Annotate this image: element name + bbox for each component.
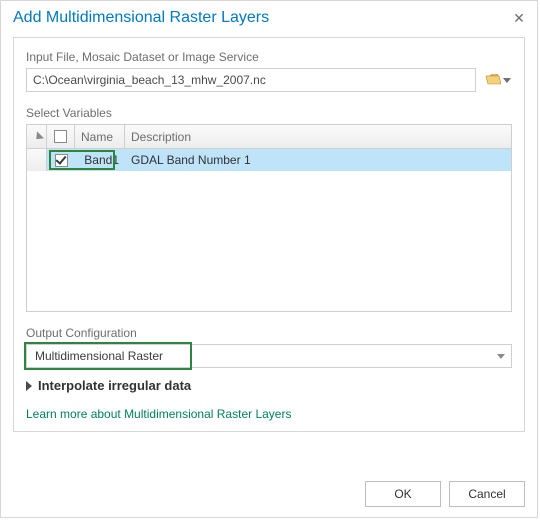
interpolate-expander[interactable]: Interpolate irregular data bbox=[26, 378, 512, 393]
output-config-group: Output Configuration Multidimensional Ra… bbox=[26, 326, 512, 368]
ok-button[interactable]: OK bbox=[365, 481, 441, 507]
close-icon[interactable]: ✕ bbox=[511, 10, 527, 26]
output-config-value: Multidimensional Raster bbox=[35, 349, 163, 363]
browse-button[interactable] bbox=[484, 70, 512, 90]
table-row[interactable]: Band1 GDAL Band Number 1 bbox=[27, 149, 511, 171]
output-config-label: Output Configuration bbox=[26, 326, 512, 340]
row-name-cell: Band1 bbox=[75, 149, 125, 171]
chevron-down-icon bbox=[497, 354, 505, 359]
chevron-down-icon bbox=[503, 78, 511, 83]
variables-table: Name Description Band1 GDAL Band Number … bbox=[26, 124, 512, 312]
expand-column-header[interactable] bbox=[27, 125, 47, 148]
folder-open-icon bbox=[485, 73, 501, 87]
titlebar: Add Multidimensional Raster Layers ✕ bbox=[1, 1, 537, 37]
input-file-label: Input File, Mosaic Dataset or Image Serv… bbox=[26, 50, 512, 64]
content-panel: Input File, Mosaic Dataset or Image Serv… bbox=[13, 37, 525, 432]
input-file-row bbox=[26, 68, 512, 92]
output-config-select[interactable]: Multidimensional Raster bbox=[26, 344, 512, 368]
description-column-header[interactable]: Description bbox=[125, 125, 511, 148]
row-expand-cell[interactable] bbox=[27, 149, 47, 171]
row-checkbox[interactable] bbox=[55, 154, 68, 167]
learn-more-link[interactable]: Learn more about Multidimensional Raster… bbox=[26, 407, 512, 421]
row-description-cell: GDAL Band Number 1 bbox=[125, 149, 511, 171]
select-variables-label: Select Variables bbox=[26, 106, 512, 120]
chevron-right-icon bbox=[26, 381, 32, 391]
dialog-window: Add Multidimensional Raster Layers ✕ Inp… bbox=[0, 0, 538, 518]
row-checkbox-cell[interactable] bbox=[47, 149, 75, 171]
interpolate-label: Interpolate irregular data bbox=[38, 378, 191, 393]
dialog-footer: OK Cancel bbox=[365, 481, 525, 507]
input-file-field[interactable] bbox=[26, 68, 476, 92]
name-column-header[interactable]: Name bbox=[75, 125, 125, 148]
cancel-button[interactable]: Cancel bbox=[449, 481, 525, 507]
dialog-title: Add Multidimensional Raster Layers bbox=[13, 9, 269, 27]
checkbox-column-header[interactable] bbox=[47, 125, 75, 148]
table-header: Name Description bbox=[27, 125, 511, 149]
